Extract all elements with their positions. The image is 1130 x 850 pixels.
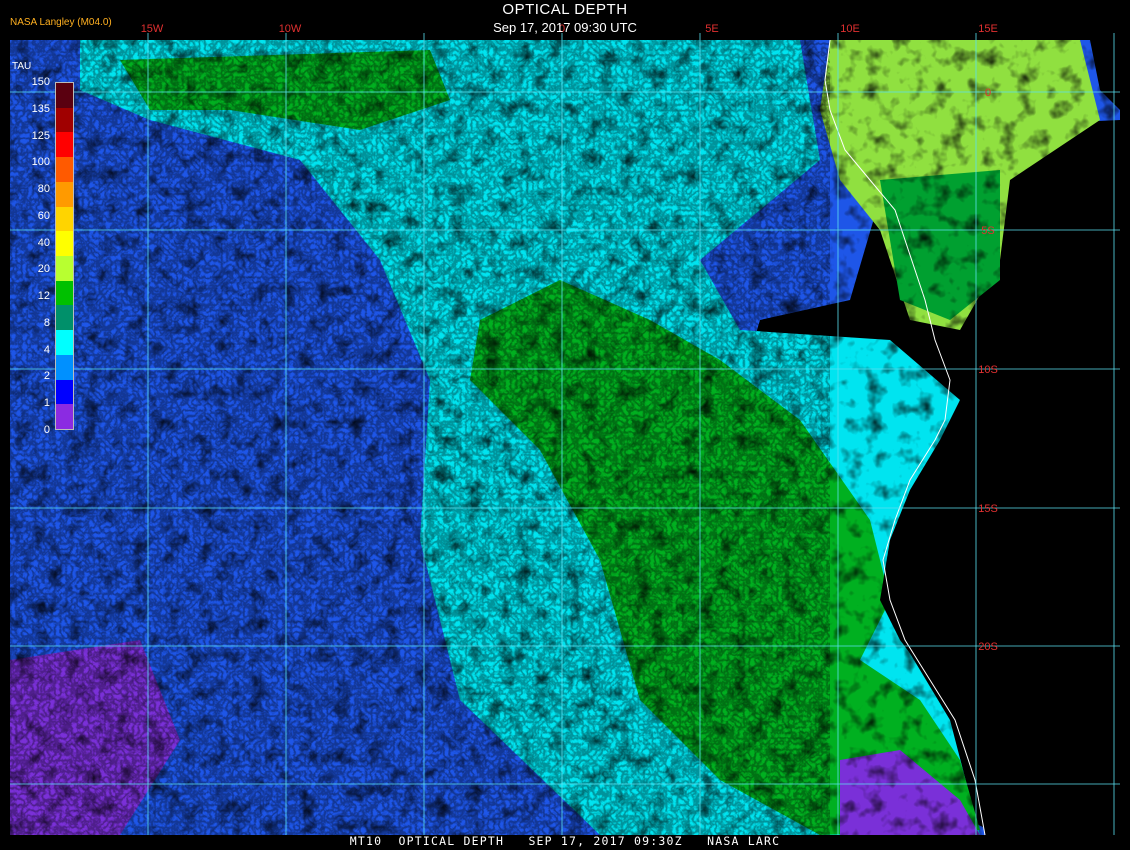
map-title: OPTICAL DEPTH	[502, 1, 628, 18]
latitude-label: 5S	[981, 225, 994, 237]
legend-tick-label: 2	[43, 370, 50, 383]
legend-swatch	[56, 379, 73, 405]
legend-swatch	[56, 83, 73, 108]
legend-tick-label: 150	[31, 76, 50, 88]
legend-swatch	[56, 280, 73, 306]
legend-swatch	[56, 231, 73, 257]
legend-swatch	[56, 181, 73, 207]
legend-swatch	[56, 157, 73, 182]
legend-tick-label: 100	[31, 156, 50, 169]
footer-caption: MT10 OPTICAL DEPTH SEP 17, 2017 09:30Z N…	[349, 834, 781, 848]
legend-swatch	[56, 330, 73, 355]
legend-tick-label: 8	[43, 316, 50, 329]
latitude-label: 0	[985, 87, 991, 99]
legend-tick-label: 135	[31, 102, 50, 115]
legend-swatch	[56, 404, 73, 430]
legend-tick-label: 0	[43, 424, 50, 436]
legend-tick-label: 60	[37, 209, 50, 222]
latitude-label: 15S	[978, 503, 998, 515]
legend-tick-label: 40	[37, 236, 50, 249]
legend-swatch	[56, 206, 73, 232]
legend-swatch	[56, 107, 73, 133]
cloud-speckle	[10, 33, 830, 835]
image-frame: 15W 10W 0 5E 10E 15E05S10S15S20S	[10, 23, 1120, 836]
legend-tick-label: 12	[37, 290, 50, 303]
legend-swatch	[56, 305, 73, 331]
optical-depth-map: 15W 10W 0 5E 10E 15E05S10S15S20S	[10, 23, 1120, 836]
latitude-label: 20S	[978, 641, 998, 653]
legend-colorbar	[55, 82, 74, 430]
legend-title: TAU	[12, 61, 32, 72]
legend-tick-label: 80	[37, 183, 50, 196]
producer-credit: NASA Langley (M04.0)	[10, 17, 112, 28]
latitude-label: 10S	[978, 364, 998, 376]
map-timestamp: Sep 17, 2017 09:30 UTC	[493, 20, 637, 35]
legend-tick-labels: 150 135 125 100 80 60 40 20 12 8 4 2 1 0	[0, 76, 52, 436]
legend-tick-label: 4	[43, 343, 50, 356]
legend-swatch	[56, 132, 73, 158]
legend-tick-label: 20	[37, 263, 50, 276]
legend-tick-label: 125	[31, 129, 50, 142]
legend-swatch	[56, 256, 73, 281]
legend-tick-label: 1	[43, 397, 50, 410]
legend-swatch	[56, 354, 73, 380]
